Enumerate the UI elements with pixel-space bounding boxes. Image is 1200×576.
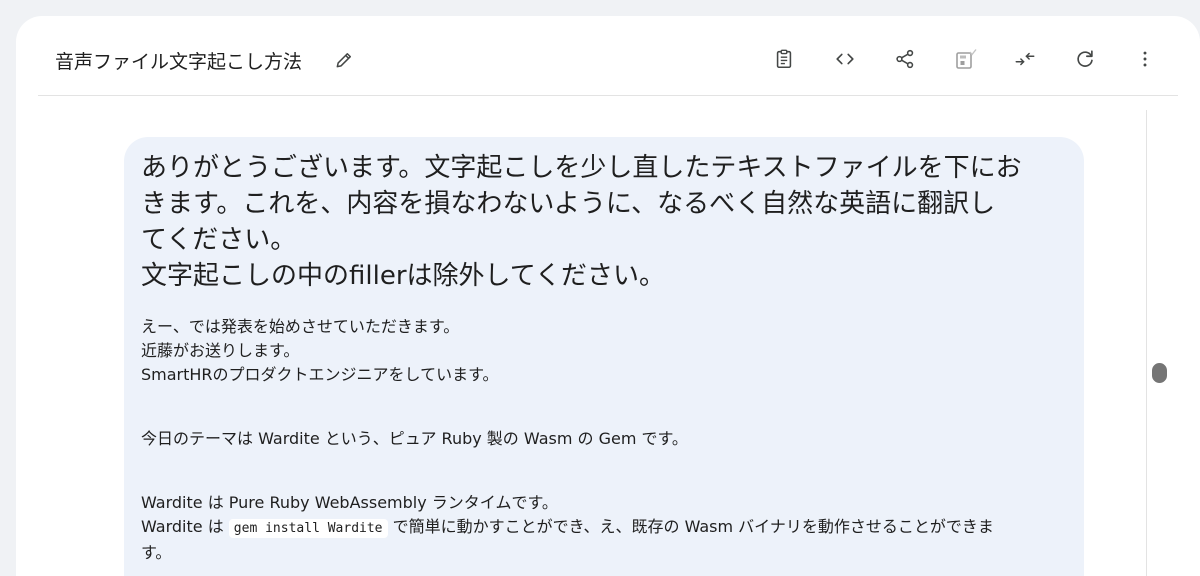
pasted-transcript: えー、では発表を始めさせていただきます。 近藤がお送りします。 SmartHRの…: [141, 315, 1064, 565]
edit-title-button[interactable]: [332, 48, 356, 72]
refresh-icon: [1077, 50, 1093, 67]
collapse-button[interactable]: [1012, 46, 1038, 72]
prompt-line: 文字起こしの中のfillerは除外してください。: [141, 261, 665, 291]
prompt-line: てください。: [141, 225, 297, 255]
transcript-line: Wardite は gem install Wardite で簡単に動かすことが…: [141, 515, 1064, 541]
share-icon: [896, 49, 914, 69]
prompt-line: きます。これを、内容を損なわないように、なるべく自然な英語に翻訳し: [141, 189, 996, 219]
clipboard-icon: [776, 49, 792, 69]
scrollbar-track[interactable]: [1146, 110, 1147, 576]
prompt-line: ありがとうございます。文字起こしを少し直したテキストファイルを下にお: [141, 153, 1022, 183]
more-vert-icon: [1143, 51, 1147, 67]
transcript-line: Wardite は Pure Ruby WebAssembly ランタイムです。: [141, 493, 558, 512]
conversation-panel: 音声ファイル文字起こし方法 ありがとうございます。文字起こしを少し直したテキスト…: [16, 16, 1200, 576]
code-icon: [836, 53, 854, 65]
save-to-drive-button[interactable]: [952, 46, 978, 72]
conversation-title: 音声ファイル文字起こし方法: [55, 51, 303, 73]
inline-code: gem install Wardite: [228, 519, 388, 538]
conversation-header: 音声ファイル文字起こし方法: [38, 16, 1178, 96]
scrollbar-thumb[interactable]: [1152, 363, 1167, 383]
user-message-bubble: ありがとうございます。文字起こしを少し直したテキストファイルを下にお きます。こ…: [124, 137, 1084, 576]
collapse-icon: [1015, 52, 1035, 66]
copy-button[interactable]: [771, 46, 797, 72]
pencil-icon: [336, 53, 351, 68]
transcript-line: 近藤がお送りします。: [141, 341, 300, 360]
share-button[interactable]: [892, 46, 918, 72]
more-options-button[interactable]: [1132, 46, 1158, 72]
transcript-text: で簡単に動かすことができ、え、既存の Wasm バイナリを動作させることができま: [387, 517, 994, 536]
transcript-line: えー、では発表を始めさせていただきます。: [141, 317, 460, 336]
code-view-button[interactable]: [832, 46, 858, 72]
transcript-line: SmartHRのプロダクトエンジニアをしています。: [141, 365, 499, 384]
transcript-line: す。: [141, 543, 172, 562]
transcript-text: Wardite は: [141, 517, 229, 536]
regenerate-button[interactable]: [1072, 46, 1098, 72]
transcript-line: 今日のテーマは Wardite という、ピュア Ruby 製の Wasm の G…: [141, 429, 688, 448]
save-to-drive-icon: [956, 49, 977, 69]
